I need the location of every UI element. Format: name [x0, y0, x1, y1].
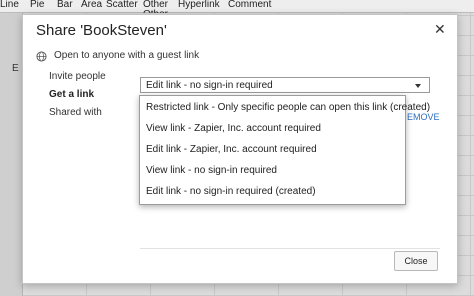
link-type-menu: Restricted link - Only specific people c…	[139, 95, 430, 205]
footer-divider	[140, 248, 440, 249]
menu-option-view-no-signin[interactable]: View link - no sign-in required	[140, 161, 405, 181]
ribbon-comment[interactable]: Comment	[228, 0, 271, 10]
ribbon-bar-item[interactable]: Bar	[57, 0, 73, 10]
menu-option-edit-no-signin[interactable]: Edit link - no sign-in required (created…	[140, 182, 405, 202]
globe-icon	[36, 51, 47, 62]
ribbon-scatter[interactable]: Scatter	[106, 0, 138, 10]
nav-invite-people[interactable]: Invite people	[49, 71, 106, 82]
link-type-select[interactable]: Edit link - no sign-in required	[140, 77, 430, 93]
menu-option-view-account[interactable]: View link - Zapier, Inc. account require…	[140, 119, 405, 139]
close-button[interactable]: Close	[394, 251, 438, 271]
ribbon-area[interactable]: Area	[81, 0, 102, 10]
remove-link[interactable]: EMOVE	[407, 112, 440, 122]
close-icon[interactable]: ✕	[434, 21, 446, 38]
menu-option-restricted[interactable]: Restricted link - Only specific people c…	[140, 98, 430, 118]
background-cell-text: E	[12, 63, 19, 74]
row-header-column	[0, 13, 23, 296]
ribbon-bar: Line Pie Bar Area Scatter Other Hyperlin…	[0, 0, 474, 13]
dialog-title: Share 'BookSteven'	[36, 22, 167, 39]
ribbon-line[interactable]: Line	[0, 0, 19, 10]
chevron-down-icon	[415, 84, 421, 88]
menu-option-edit-account[interactable]: Edit link - Zapier, Inc. account require…	[140, 140, 405, 160]
ribbon-pie[interactable]: Pie	[30, 0, 44, 10]
link-type-value: Edit link - no sign-in required	[146, 80, 273, 91]
nav-shared-with[interactable]: Shared with	[49, 107, 102, 118]
guest-link-text: Open to anyone with a guest link	[54, 50, 200, 61]
nav-get-a-link[interactable]: Get a link	[49, 89, 94, 100]
ribbon-hyperlink[interactable]: Hyperlink	[178, 0, 220, 10]
